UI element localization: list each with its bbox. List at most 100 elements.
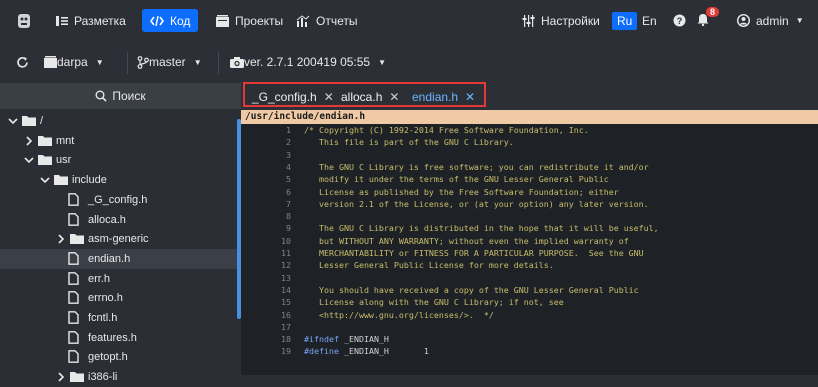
nav-code-label: Код (170, 13, 191, 28)
chevron-icon[interactable] (24, 155, 34, 168)
notification-count-badge: 8 (706, 6, 720, 17)
search-label: Поиск (112, 89, 146, 103)
nav-code[interactable]: Код (142, 9, 199, 32)
tree-item-label: mnt (56, 134, 75, 147)
file-path-bar: /usr/include/endian.h (241, 110, 818, 124)
branch-icon (137, 55, 149, 69)
line-text: The GNU C Library is distributed in the … (304, 223, 659, 234)
nav-settings-label: Настройки (541, 13, 600, 28)
nav-settings[interactable]: Настройки (522, 0, 600, 41)
nav-projects[interactable]: Проекты (216, 0, 283, 41)
user-menu[interactable]: admin ▼ (737, 0, 804, 41)
line-number: 19 (281, 346, 291, 357)
tree-file[interactable]: features.h (0, 328, 237, 348)
tree-folder[interactable]: mnt (0, 131, 237, 151)
tree-file[interactable]: fcntl.h (0, 308, 237, 328)
line-number: 5 (286, 174, 291, 185)
chevron-down-icon: ▼ (378, 57, 387, 67)
folder-icon (70, 371, 84, 385)
line-number: 12 (281, 260, 291, 271)
file-icon (68, 311, 79, 327)
line-text: Lesser General Public License for more d… (304, 260, 554, 271)
branch-select[interactable]: master ▼ (137, 41, 202, 83)
line-text: version 2.1 of the License, or (at your … (304, 198, 649, 209)
tree-file[interactable]: err.h (0, 269, 237, 289)
tree-item-label: _G_config.h (88, 193, 148, 206)
divider (218, 52, 219, 74)
file-icon (68, 330, 79, 347)
line-text: but WITHOUT ANY WARRANTY; without even t… (304, 235, 629, 246)
tree-file[interactable]: errno.h (0, 288, 237, 308)
folder-icon (22, 115, 36, 129)
line-number: 2 (286, 137, 291, 148)
nav-markup-label: Разметка (74, 13, 126, 28)
file-icon (68, 212, 79, 229)
notifications-button[interactable]: 8 (697, 0, 720, 41)
lang-en-button[interactable]: En (642, 0, 657, 41)
code-editor: _G_config.h ✕ alloca.h ✕ endian.h ✕ /usr/incl… (241, 82, 818, 375)
tree-file[interactable]: alloca.h (0, 210, 237, 230)
app-logo-icon[interactable] (15, 0, 39, 41)
chevron-icon[interactable] (40, 175, 50, 188)
chevron-icon[interactable] (56, 234, 66, 247)
chevron-icon[interactable] (56, 372, 66, 385)
nav-markup[interactable]: Разметка (56, 0, 126, 41)
code-line: 2 This file is part of the GNU C Library… (241, 137, 818, 148)
line-text: This file is part of the GNU C Library. (304, 137, 514, 148)
project-select[interactable]: darpa ▼ (44, 41, 104, 83)
tree-file[interactable]: endian.h (0, 248, 237, 269)
tree-folder[interactable]: / (0, 111, 237, 131)
branch-name: master (149, 55, 186, 69)
tree-item-label: features.h (88, 331, 137, 344)
code-line: 1 /* Copyright (C) 1992-2014 Free Softwar… (241, 125, 818, 136)
search-button[interactable]: Поиск (0, 83, 241, 109)
line-number: 7 (286, 198, 291, 209)
version-select[interactable]: ver. 2.7.1 200419 05:55 ▼ (230, 41, 386, 83)
chevron-down-icon: ▼ (193, 57, 202, 67)
lang-ru-button[interactable]: Ru (612, 0, 638, 41)
refresh-button[interactable] (16, 41, 29, 83)
tree-folder[interactable]: include (0, 170, 237, 190)
line-text: You should have received a copy of the G… (304, 284, 639, 295)
tree-item-label: include (72, 174, 107, 187)
line-number: 11 (281, 248, 291, 258)
tree-file[interactable]: getopt.h (0, 347, 237, 367)
help-button[interactable]: ? (673, 0, 692, 41)
svg-text:?: ? (677, 16, 683, 26)
code-line: 10 but WITHOUT ANY WARRANTY; without eve… (241, 236, 818, 247)
reports-icon (296, 14, 310, 27)
line-number: 18 (281, 334, 291, 345)
search-icon (95, 90, 107, 102)
line-number: 8 (286, 211, 291, 222)
code-line: 16 <http://www.gnu.org/licenses/>. */ (241, 310, 818, 321)
tree-folder[interactable]: i386-li (0, 367, 237, 387)
tree-item-label: endian.h (88, 252, 131, 265)
chevron-icon[interactable] (8, 116, 18, 129)
tree-file[interactable]: _G_config.h (0, 190, 237, 210)
line-number: 6 (286, 186, 291, 197)
tree-item-label: asm-generic (88, 233, 149, 246)
tree-folder[interactable]: asm-generic (0, 229, 237, 249)
file-icon (68, 291, 79, 307)
line-text: The GNU C Library is free software; you … (304, 161, 649, 172)
tree-item-label: fcntl.h (88, 312, 118, 324)
tree-item-label: err.h (88, 272, 111, 285)
tree-item-label: / (40, 115, 44, 127)
file-icon (68, 192, 79, 209)
line-number: 1 (286, 125, 291, 135)
tree-folder[interactable]: usr (0, 150, 237, 170)
project-toolbar: darpa ▼ master ▼ ver. 2.7.1 200419 05:55… (0, 41, 818, 83)
line-number: 13 (281, 272, 291, 283)
line-number: 16 (281, 309, 291, 320)
line-number: 4 (286, 161, 291, 172)
code-line: 17 (241, 322, 818, 333)
nav-projects-label: Проекты (235, 13, 284, 28)
nav-reports[interactable]: Отчеты (296, 0, 357, 41)
file-icon (68, 271, 79, 288)
line-number: 17 (281, 321, 291, 332)
folder-icon (38, 135, 52, 149)
code-line: 7 version 2.1 of the License, or (at you… (241, 199, 818, 210)
markup-icon (56, 15, 68, 26)
chevron-icon[interactable] (24, 136, 34, 149)
tree-item-label: usr (56, 154, 72, 167)
